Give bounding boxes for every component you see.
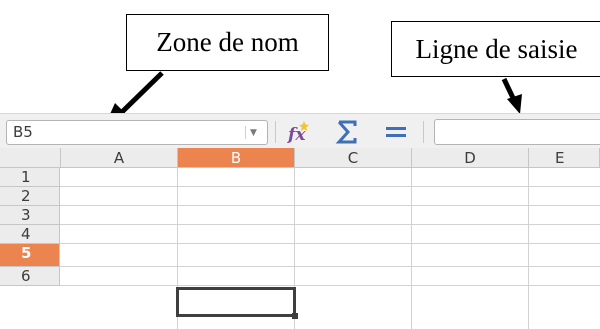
name-box[interactable]: B5 ▼ — [6, 120, 268, 145]
fill-handle[interactable] — [292, 313, 298, 319]
grid-line — [411, 168, 412, 329]
grid-line — [60, 285, 600, 286]
name-box-value: B5 — [13, 123, 33, 141]
input-line-arrow — [501, 77, 517, 102]
grid-line — [60, 266, 600, 267]
corner-select-all[interactable] — [0, 148, 61, 168]
grid-line — [60, 205, 600, 206]
spreadsheet-grid: A B C D E 1 2 3 4 5 6 — [0, 148, 600, 329]
cell-b5-selected[interactable] — [176, 287, 298, 319]
row-header-4[interactable]: 4 — [0, 225, 60, 244]
grid-line — [60, 186, 600, 187]
sum-icon[interactable] — [333, 118, 361, 145]
grid-line — [60, 224, 600, 225]
name-box-arrow — [120, 71, 164, 114]
column-header-d[interactable]: D — [412, 148, 529, 168]
column-header-a[interactable]: A — [61, 148, 178, 168]
function-wizard-icon[interactable]: fx — [284, 118, 312, 145]
grid-line — [60, 243, 600, 244]
input-line-arrowhead — [507, 94, 522, 114]
row-header-6[interactable]: 6 — [0, 267, 60, 286]
row-header-2[interactable]: 2 — [0, 187, 60, 206]
grid-line — [528, 168, 529, 329]
formula-icon[interactable] — [382, 118, 410, 145]
input-line[interactable] — [434, 119, 600, 145]
toolbar-separator — [275, 121, 276, 143]
row-header-3[interactable]: 3 — [0, 206, 60, 225]
toolbar-separator — [423, 121, 424, 143]
column-header-b[interactable]: B — [178, 148, 295, 168]
row-header-1[interactable]: 1 — [0, 168, 60, 187]
row-header-5[interactable]: 5 — [0, 244, 60, 267]
formula-bar: B5 ▼ fx — [0, 113, 600, 148]
chevron-down-icon[interactable]: ▼ — [245, 126, 261, 139]
column-header-e[interactable]: E — [529, 148, 600, 168]
column-header-c[interactable]: C — [295, 148, 412, 168]
